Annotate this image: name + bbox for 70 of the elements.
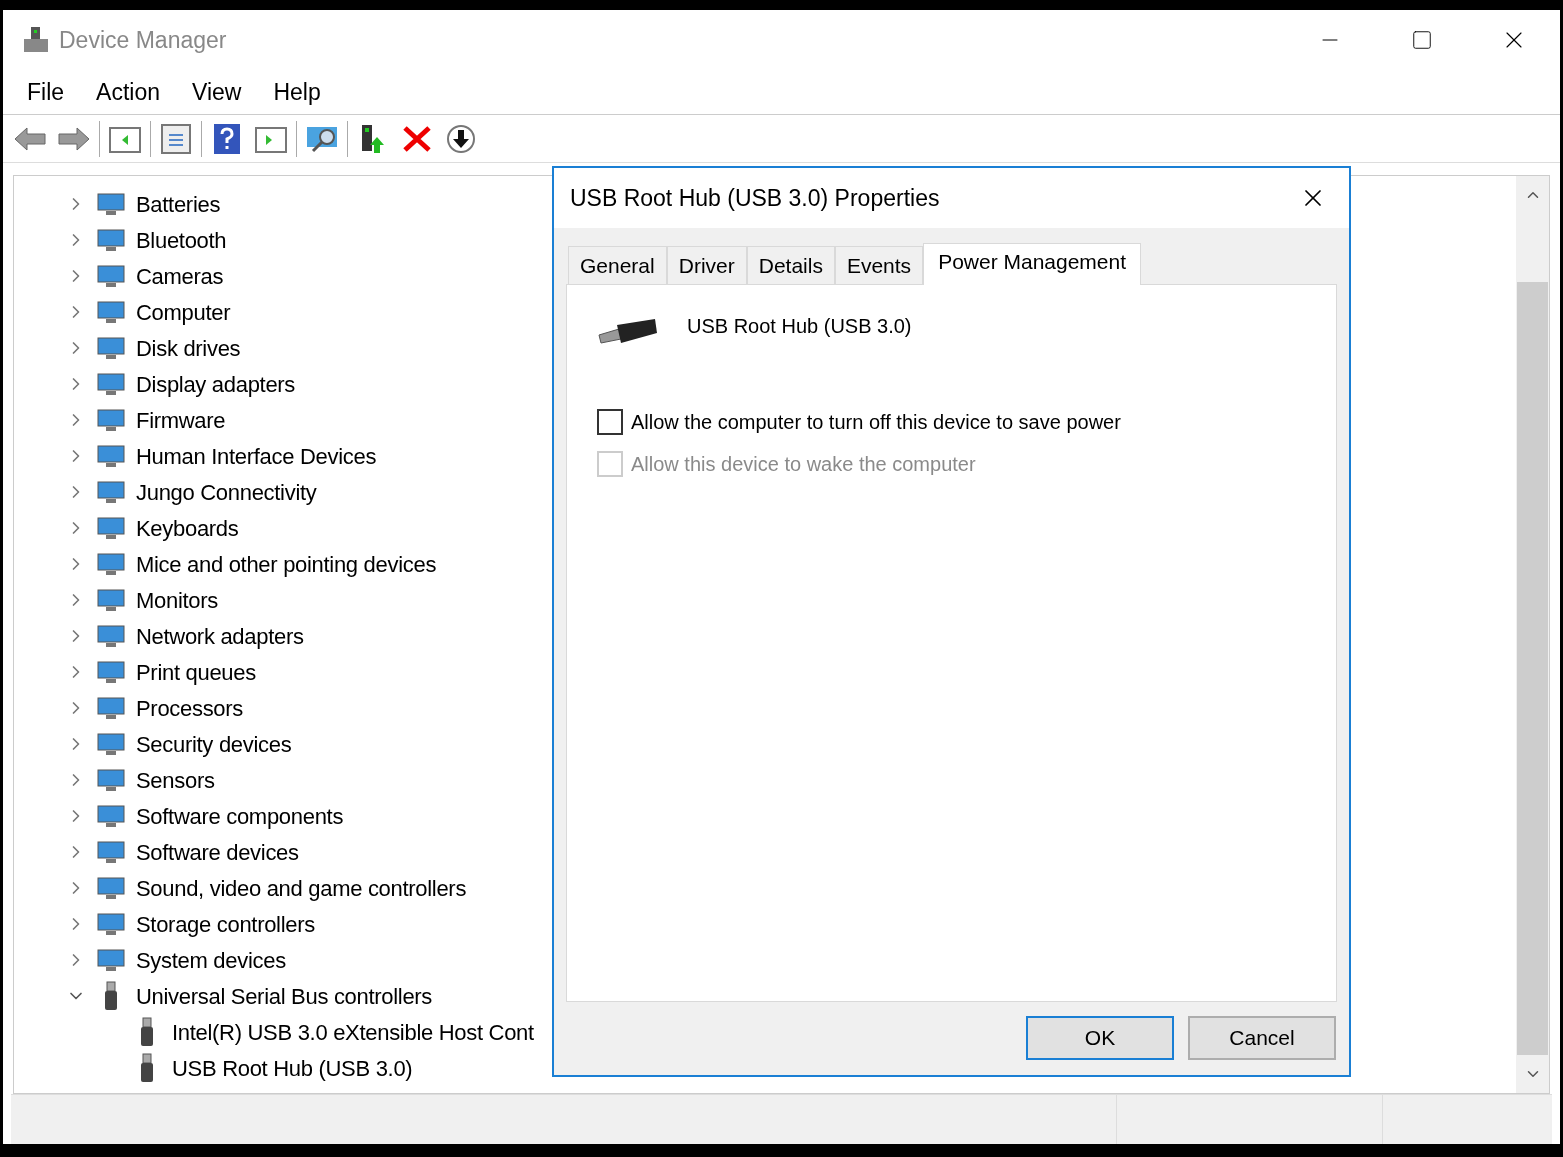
- tree-item[interactable]: Human Interface Devices: [136, 439, 377, 473]
- tree-item[interactable]: Firmware: [136, 403, 226, 437]
- tree-item[interactable]: Software components: [136, 799, 344, 833]
- dialog-button[interactable]: OK: [1026, 1016, 1174, 1060]
- device-icon: [96, 803, 126, 829]
- tree-item[interactable]: Batteries: [136, 187, 221, 221]
- app-icon: [21, 25, 51, 55]
- usb-plug-icon: [140, 1053, 154, 1083]
- device-icon: [96, 335, 126, 361]
- tree-item[interactable]: Universal Serial Bus controllers: [136, 979, 433, 1013]
- device-icon: [96, 839, 126, 865]
- tree-item[interactable]: Processors: [136, 691, 244, 725]
- tree-item[interactable]: Print queues: [136, 655, 256, 689]
- usb-plug-icon: [140, 1017, 154, 1047]
- tree-item[interactable]: Bluetooth: [136, 223, 227, 257]
- tree-item[interactable]: Display adapters: [136, 367, 296, 401]
- device-icon: [96, 263, 126, 289]
- tree-item[interactable]: Keyboards: [136, 511, 239, 545]
- device-icon: [96, 407, 126, 433]
- tree-item[interactable]: Disk drives: [136, 331, 241, 365]
- window-title: Device Manager: [59, 25, 227, 55]
- dialog-button[interactable]: Cancel: [1188, 1016, 1336, 1060]
- device-icon: [96, 731, 126, 757]
- device-icon: [96, 227, 126, 253]
- checkbox[interactable]: [597, 409, 623, 435]
- tree-item[interactable]: System devices: [136, 943, 286, 977]
- tab[interactable]: Events: [834, 246, 924, 284]
- device-icon: [96, 875, 126, 901]
- tree-item[interactable]: Jungo Connectivity: [136, 475, 317, 509]
- tree-item[interactable]: Mice and other pointing devices: [136, 547, 437, 581]
- vertical-scrollbar[interactable]: [1516, 176, 1549, 1093]
- tree-item[interactable]: Software devices: [136, 835, 299, 869]
- tree-item[interactable]: Computer: [136, 295, 231, 329]
- device-icon: [96, 695, 126, 721]
- device-icon: [96, 659, 126, 685]
- tree-item[interactable]: Storage controllers: [136, 907, 315, 941]
- device-icon: [96, 551, 126, 577]
- device-icon: [96, 191, 126, 217]
- device-icon: [96, 623, 126, 649]
- tree-item[interactable]: Security devices: [136, 727, 292, 761]
- device-icon: [96, 479, 126, 505]
- tree-item[interactable]: Sensors: [136, 763, 215, 797]
- device-name: USB Root Hub (USB 3.0): [687, 314, 912, 339]
- tab[interactable]: Driver: [666, 246, 747, 284]
- device-icon: [96, 947, 126, 973]
- tab[interactable]: General: [568, 246, 667, 284]
- device-icon: [96, 515, 126, 541]
- checkbox-label: Allow this device to wake the computer: [631, 452, 976, 477]
- device-icon: [96, 767, 126, 793]
- menu-item[interactable]: View: [176, 74, 258, 110]
- device-icon: [96, 299, 126, 325]
- tree-item[interactable]: Intel(R) USB 3.0 eXtensible Host Cont: [172, 1015, 534, 1049]
- maximize-icon[interactable]: [1411, 29, 1433, 51]
- device-icon: [96, 443, 126, 469]
- menu-item[interactable]: Help: [257, 74, 337, 110]
- tab[interactable]: Details: [746, 246, 835, 284]
- tree-item[interactable]: Monitors: [136, 583, 218, 617]
- usb-plug-icon: [104, 981, 118, 1011]
- menu-item[interactable]: File: [11, 74, 81, 110]
- tab[interactable]: Power Management: [923, 243, 1142, 285]
- dialog-title: USB Root Hub (USB 3.0) Properties: [570, 183, 940, 213]
- checkbox-label: Allow the computer to turn off this device to save power: [631, 410, 1121, 435]
- device-icon: [96, 911, 126, 937]
- tree-item[interactable]: USB Root Hub (USB 3.0): [172, 1051, 413, 1085]
- device-icon: [96, 587, 126, 613]
- tree-item[interactable]: Network adapters: [136, 619, 304, 653]
- device-icon: [96, 371, 126, 397]
- tree-item[interactable]: Sound, video and game controllers: [136, 871, 467, 905]
- menu-item[interactable]: Action: [80, 74, 176, 110]
- tree-item[interactable]: Cameras: [136, 259, 224, 293]
